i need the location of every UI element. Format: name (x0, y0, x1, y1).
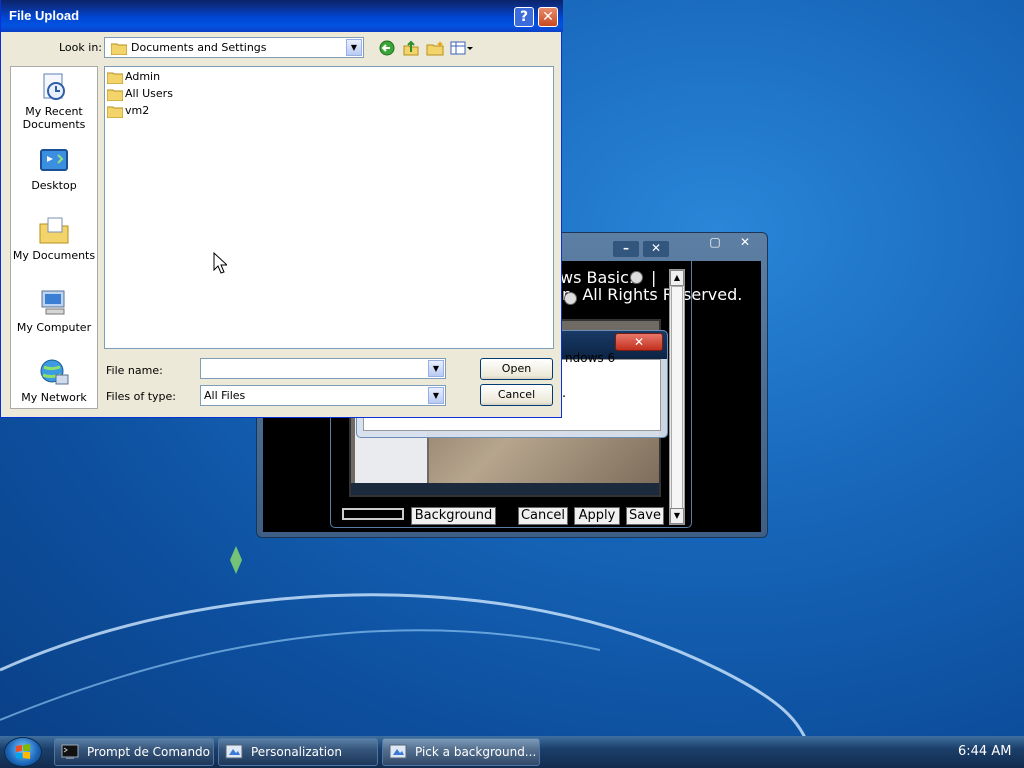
file-upload-titlebar[interactable]: File Upload ? ✕ (1, 0, 563, 32)
place-label: My Recent Documents (22, 105, 86, 131)
windows-logo-icon (16, 744, 30, 759)
look-in-value: Documents and Settings (131, 41, 267, 54)
folder-icon (107, 72, 123, 84)
place-label: Desktop (31, 179, 77, 192)
cancel-button[interactable]: Cancel (518, 507, 568, 525)
folder-icon (111, 43, 127, 55)
inner-dialog-text: ndows 6 (565, 351, 616, 365)
my-documents-icon (39, 217, 69, 244)
up-folder-icon[interactable] (402, 40, 420, 56)
file-name: Admin (125, 70, 161, 83)
close-icon[interactable]: ✕ (731, 235, 759, 251)
wallpaper-streak (0, 546, 812, 750)
file-list[interactable]: Admin All Users vm2 (104, 66, 554, 349)
scroll-up-arrow-icon[interactable]: ▲ (670, 270, 684, 286)
background-button[interactable]: Background (411, 507, 496, 525)
taskbar-item-prompt-de-comando[interactable]: Prompt de Comando (54, 738, 214, 766)
place-my-computer[interactable]: My Computer (11, 287, 97, 334)
look-in-combo[interactable]: Documents and Settings ▼ (104, 37, 364, 58)
files-of-type-select[interactable]: All Files ▼ (200, 385, 446, 406)
place-my-network[interactable]: My Network (11, 357, 97, 404)
place-my-recent-documents[interactable]: My Recent Documents (11, 71, 97, 131)
files-of-type-value: All Files (204, 389, 246, 402)
folder-icon (107, 106, 123, 118)
place-my-documents[interactable]: My Documents (11, 215, 97, 262)
pick-background-window-controls: – ✕ (613, 241, 669, 257)
my-network-icon (40, 359, 69, 385)
chevron-down-icon[interactable]: ▼ (428, 387, 444, 404)
file-name-field[interactable]: ▼ (200, 358, 446, 379)
new-folder-icon[interactable] (426, 40, 444, 56)
taskbar-item-pick-a-background[interactable]: Pick a background... (382, 738, 540, 766)
system-clock[interactable]: 6:44 AM (958, 744, 1011, 759)
chevron-down-icon[interactable]: ▼ (346, 39, 362, 56)
taskbar: Prompt de Comando Personalization Pick a… (0, 736, 1024, 768)
taskbar-item-label: Pick a background... (415, 745, 537, 759)
place-desktop[interactable]: Desktop (11, 145, 97, 192)
personalization-icon (389, 744, 407, 759)
cancel-button[interactable]: Cancel (480, 384, 553, 406)
background-window-controls: ▢ ✕ (701, 235, 759, 251)
place-label: My Documents (12, 249, 96, 262)
help-button[interactable]: ? (514, 7, 534, 27)
start-button[interactable] (4, 737, 42, 767)
file-name: vm2 (125, 104, 150, 117)
open-button[interactable]: Open (480, 358, 553, 380)
file-upload-body: Look in: Documents and Settings ▼ My Rec… (4, 32, 559, 415)
my-computer-icon (41, 290, 65, 315)
apply-button[interactable]: Apply (574, 507, 620, 525)
file-name-label: File name: (106, 364, 163, 377)
files-of-type-label: Files of type: (106, 390, 177, 403)
taskbar-item-label: Prompt de Comando (87, 745, 211, 759)
maximize-icon[interactable]: ▢ (701, 235, 729, 251)
taskbar-item-label: Personalization (251, 745, 342, 759)
vertical-scrollbar[interactable]: ▲ ▼ (669, 269, 685, 525)
places-bar: My Recent Documents Desktop My Documents… (10, 66, 98, 409)
file-upload-dialog: File Upload ? ✕ Look in: Documents and S… (0, 0, 563, 418)
back-arrow-icon[interactable] (378, 40, 396, 56)
folder-icon (107, 89, 123, 101)
inner-dialog-close-button[interactable]: ✕ (615, 333, 663, 351)
dialog-title: File Upload (9, 8, 80, 23)
recent-documents-icon (43, 73, 65, 100)
save-button[interactable]: Save (626, 507, 664, 525)
command-prompt-icon (61, 744, 79, 759)
taskbar-item-personalization[interactable]: Personalization (218, 738, 378, 766)
view-menu-icon[interactable] (450, 40, 474, 56)
preview-taskbar (351, 483, 659, 495)
desktop-icon (40, 149, 68, 171)
place-label: My Network (21, 391, 87, 404)
scroll-thumb[interactable] (671, 286, 683, 510)
place-label: My Computer (16, 321, 92, 334)
minimize-icon[interactable]: – (613, 241, 639, 257)
personalization-icon (225, 744, 243, 759)
mouse-cursor-icon (213, 252, 227, 274)
inner-dialog-dot: . (562, 386, 567, 401)
close-button[interactable]: ✕ (538, 7, 558, 27)
file-name: All Users (125, 87, 173, 100)
color-swatch[interactable] (342, 508, 404, 520)
chevron-down-icon[interactable]: ▼ (428, 360, 444, 377)
close-icon[interactable]: ✕ (643, 241, 669, 257)
look-in-label: Look in: (59, 41, 102, 54)
scroll-down-arrow-icon[interactable]: ▼ (670, 508, 684, 524)
